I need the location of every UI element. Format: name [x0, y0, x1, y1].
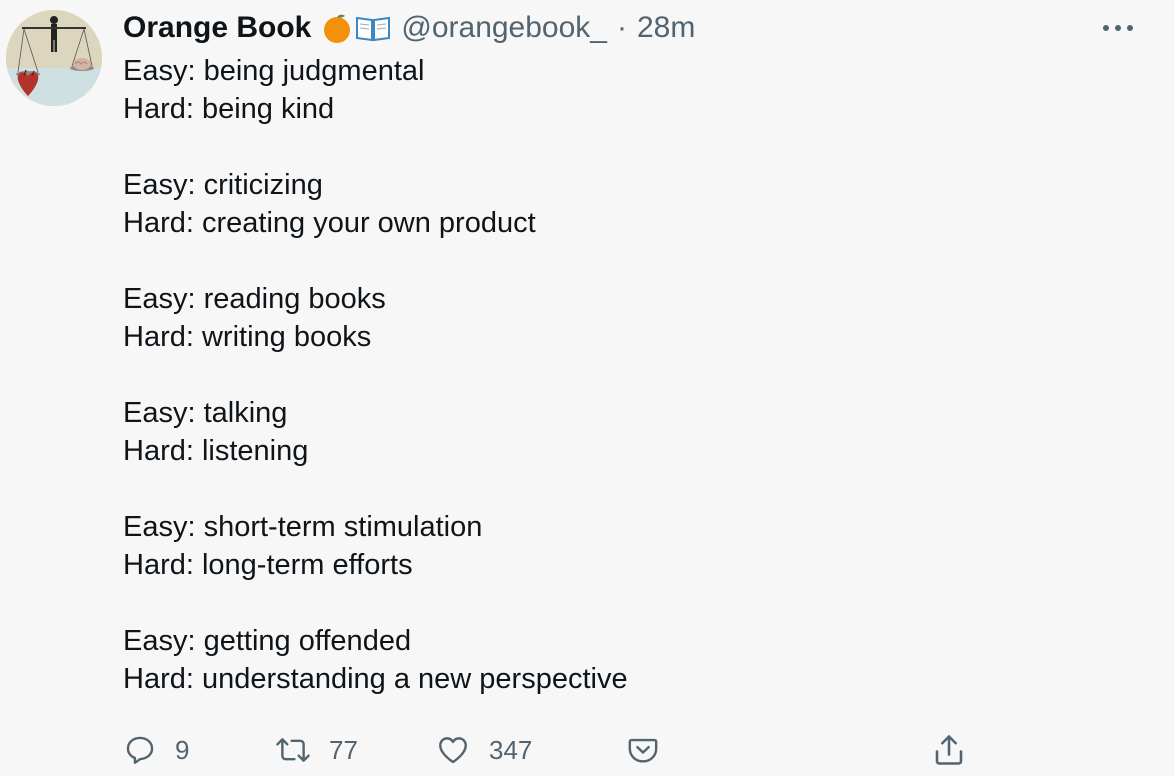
- retweet-count: 77: [329, 734, 358, 765]
- reply-button[interactable]: 9: [123, 730, 189, 770]
- hard-line: Hard: writing books: [123, 321, 372, 353]
- hard-line: Hard: long-term efforts: [123, 549, 413, 581]
- easy-line: Easy: short-term stimulation: [123, 511, 483, 543]
- easy-line: Easy: talking: [123, 397, 288, 429]
- tweet-header: Orange Book @orangebook_ · 28m: [123, 8, 695, 48]
- tweet-timestamp[interactable]: 28m: [637, 11, 695, 45]
- retweet-button[interactable]: 77: [273, 730, 358, 770]
- tweet-paragraph: Easy: getting offended Hard: understandi…: [123, 622, 1123, 698]
- easy-line: Easy: reading books: [123, 283, 386, 315]
- like-count: 347: [489, 734, 533, 765]
- author-handle[interactable]: @orangebook_: [401, 11, 607, 45]
- header-separator: ·: [616, 11, 627, 44]
- avatar-illustration: [6, 10, 102, 106]
- easy-line: Easy: being judgmental: [123, 55, 425, 87]
- pocket-save-button[interactable]: [625, 730, 661, 770]
- easy-line: Easy: criticizing: [123, 169, 323, 201]
- tweet-actions: 9 77 347: [123, 730, 1023, 770]
- hard-line: Hard: being kind: [123, 93, 335, 125]
- reply-count: 9: [175, 734, 190, 765]
- tweet-paragraph: Easy: being judgmental Hard: being kind: [123, 52, 1123, 128]
- author-name[interactable]: Orange Book: [123, 11, 311, 45]
- avatar[interactable]: [6, 10, 102, 106]
- open-book-icon: [356, 16, 391, 42]
- like-button[interactable]: 347: [435, 730, 532, 770]
- tweet-paragraph: Easy: talking Hard: listening: [123, 394, 1123, 470]
- orange-emoji-icon: [324, 14, 351, 43]
- hard-line: Hard: understanding a new perspective: [123, 663, 628, 695]
- retweet-arrows-icon: [276, 738, 310, 762]
- share-upload-icon: [935, 735, 963, 765]
- tweet-text: Easy: being judgmental Hard: being kind …: [123, 52, 1123, 736]
- tweet-paragraph: Easy: criticizing Hard: creating your ow…: [123, 166, 1123, 242]
- reply-bubble-icon: [126, 736, 154, 764]
- hard-line: Hard: listening: [123, 435, 309, 467]
- more-options-button[interactable]: [1098, 16, 1138, 40]
- easy-line: Easy: getting offended: [123, 625, 412, 657]
- author-emojis: [321, 12, 391, 44]
- more-dots-icon: [1103, 25, 1133, 31]
- tweet-paragraph: Easy: reading books Hard: writing books: [123, 280, 1123, 356]
- tweet-card[interactable]: Orange Book @orangebook_ · 28m Easy: bei…: [0, 0, 1174, 776]
- pocket-save-icon: [628, 738, 658, 763]
- tweet-paragraph: Easy: short-term stimulation Hard: long-…: [123, 508, 1123, 584]
- heart-icon: [439, 737, 467, 764]
- hard-line: Hard: creating your own product: [123, 207, 536, 239]
- share-button[interactable]: [931, 730, 967, 770]
